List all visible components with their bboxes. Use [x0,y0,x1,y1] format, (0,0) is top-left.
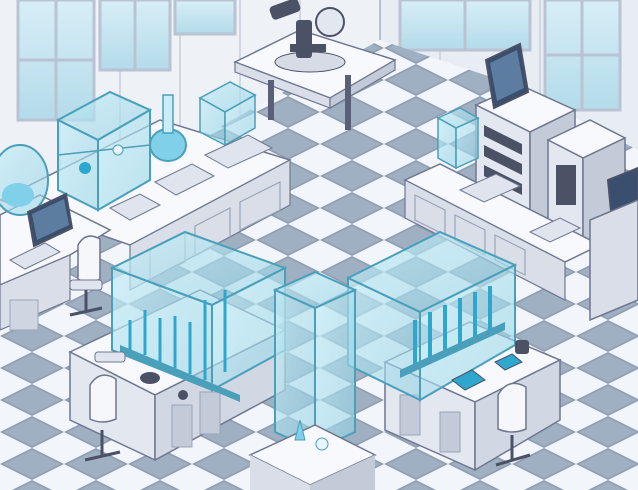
lab-svg [0,0,638,490]
window-left [16,0,96,122]
small-glass-case-right-icon [436,107,480,170]
glass-sphere-icon [0,144,49,216]
window-left-2 [98,0,172,72]
window-far-right [543,0,622,112]
window-right [398,0,532,52]
window-center [173,0,237,36]
laboratory-illustration [0,0,638,490]
